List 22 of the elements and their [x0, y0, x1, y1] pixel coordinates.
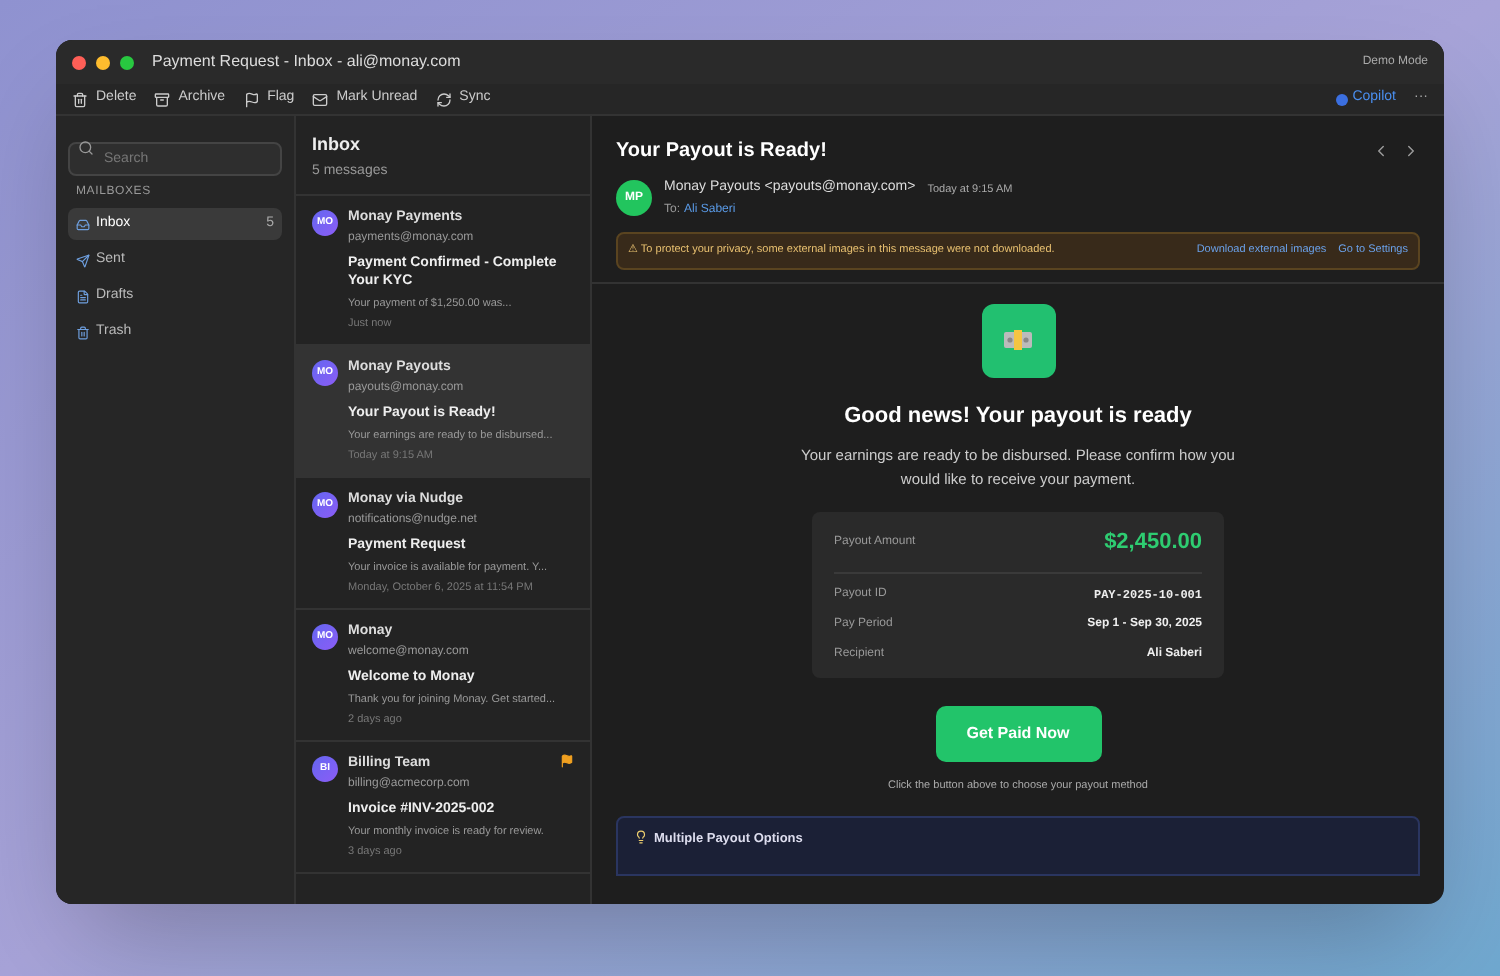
minimize-button[interactable]: [96, 55, 110, 69]
next-icon[interactable]: [1402, 142, 1420, 160]
flag-icon: [243, 91, 260, 107]
delete-icon: [72, 91, 88, 107]
maximize-button[interactable]: [120, 55, 134, 69]
banknote-icon: [1004, 330, 1032, 350]
previous-icon[interactable]: [1372, 142, 1390, 160]
payout-amount: $2,450.00: [1104, 528, 1202, 558]
inbox-icon: [76, 217, 90, 231]
message-subject: Your Payout is Ready!: [616, 138, 827, 166]
window-title: Payment Request - Inbox - ali@monay.com: [152, 50, 461, 74]
close-button[interactable]: [72, 55, 86, 69]
unread-icon: [312, 91, 329, 107]
list-title: Inbox: [312, 132, 362, 158]
archive-icon: [154, 91, 171, 107]
sent-icon: [76, 253, 90, 267]
search-icon: [78, 139, 94, 155]
trash-icon: [76, 325, 90, 339]
sync-icon: [435, 91, 452, 107]
drafts-icon: [76, 289, 90, 303]
lightbulb-icon: [634, 829, 648, 844]
headline: Good news! Your payout is ready: [844, 401, 1192, 431]
